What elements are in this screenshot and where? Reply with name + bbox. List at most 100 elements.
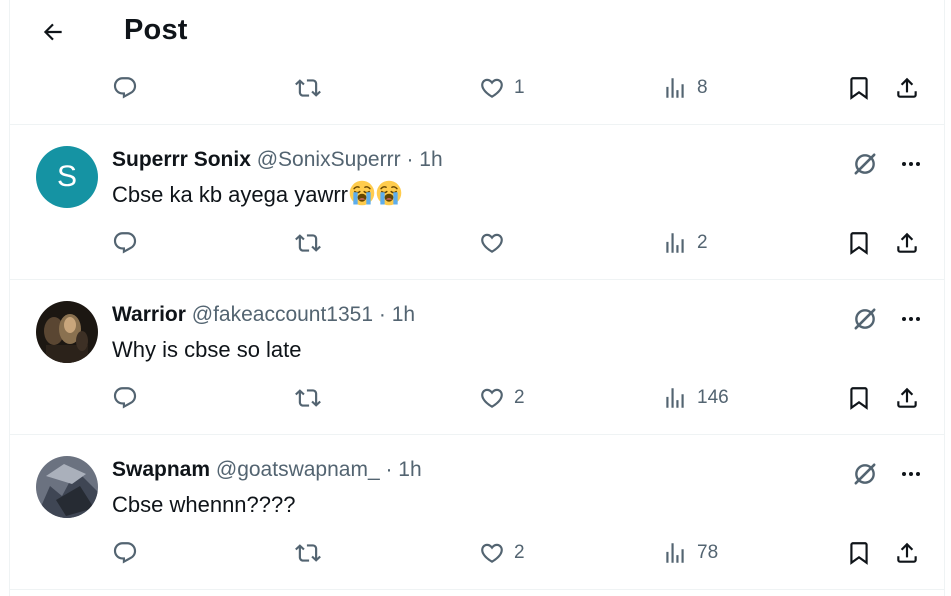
like-button[interactable]: 2 bbox=[479, 535, 525, 571]
heart-icon bbox=[481, 233, 503, 253]
more-icon bbox=[902, 162, 920, 166]
handle[interactable]: @goatswapnam_ bbox=[216, 458, 380, 481]
reply-button[interactable] bbox=[112, 535, 138, 571]
more-options-button[interactable] bbox=[894, 457, 928, 491]
more-options-button[interactable] bbox=[894, 147, 928, 181]
bookmark-button[interactable] bbox=[846, 380, 872, 416]
like-button[interactable]: 1 bbox=[479, 70, 525, 106]
bookmark-icon bbox=[850, 387, 868, 410]
parent-post-actions: 1 8 bbox=[10, 62, 944, 118]
loudly-crying-face-icon bbox=[376, 180, 402, 206]
grok-button[interactable] bbox=[848, 302, 882, 336]
view-count: 8 bbox=[697, 77, 708, 98]
heart-icon bbox=[481, 78, 503, 98]
repost-button[interactable] bbox=[295, 535, 321, 571]
repost-icon bbox=[295, 79, 321, 97]
bookmark-button[interactable] bbox=[846, 535, 872, 571]
reply-icon bbox=[113, 542, 137, 564]
more-icon bbox=[902, 472, 920, 476]
heart-icon bbox=[481, 388, 503, 408]
grok-icon bbox=[854, 153, 876, 175]
share-button[interactable] bbox=[894, 380, 920, 416]
avatar[interactable] bbox=[36, 456, 98, 518]
post-text: Why is cbse so late bbox=[112, 337, 302, 362]
back-button[interactable] bbox=[36, 15, 70, 49]
views-button[interactable]: 8 bbox=[662, 70, 708, 106]
page-title: Post bbox=[124, 14, 188, 46]
repost-button[interactable] bbox=[295, 70, 321, 106]
reply-post[interactable]: S Superrr Sonix @SonixSuperrr · 1h Cbse … bbox=[10, 125, 944, 280]
loudly-crying-face-icon bbox=[349, 180, 375, 206]
reply-button[interactable] bbox=[112, 70, 138, 106]
post-header: Superrr Sonix @SonixSuperrr · 1h bbox=[112, 146, 443, 174]
like-button[interactable] bbox=[479, 225, 514, 261]
repost-icon bbox=[295, 389, 321, 407]
bookmark-icon bbox=[850, 232, 868, 255]
grok-button[interactable] bbox=[848, 457, 882, 491]
share-button[interactable] bbox=[894, 225, 920, 261]
avatar-letter: S bbox=[56, 160, 77, 193]
top-header: Post bbox=[10, 0, 944, 62]
handle[interactable]: @SonixSuperrr bbox=[257, 148, 401, 171]
grok-button[interactable] bbox=[848, 147, 882, 181]
reply-button[interactable] bbox=[112, 380, 138, 416]
reply-post[interactable]: Warrior @fakeaccount1351 · 1h Why is cbs… bbox=[10, 280, 944, 435]
divider bbox=[10, 589, 944, 590]
display-name[interactable]: Swapnam bbox=[112, 458, 210, 481]
more-icon bbox=[902, 317, 920, 321]
post-text: Cbse whennn???? bbox=[112, 492, 296, 517]
reply-post[interactable]: Swapnam @goatswapnam_ · 1h Cbse whennn??… bbox=[10, 435, 944, 590]
display-name[interactable]: Superrr Sonix bbox=[112, 148, 251, 171]
views-icon bbox=[666, 78, 684, 98]
avatar-photo bbox=[36, 456, 98, 518]
display-name[interactable]: Warrior bbox=[112, 303, 186, 326]
reply-icon bbox=[113, 77, 137, 99]
timestamp[interactable]: · 1h bbox=[379, 303, 415, 326]
views-icon bbox=[666, 388, 684, 408]
timestamp[interactable]: · 1h bbox=[385, 458, 421, 481]
views-button[interactable]: 78 bbox=[662, 535, 718, 571]
share-icon bbox=[897, 232, 917, 253]
repost-icon bbox=[295, 234, 321, 252]
views-icon bbox=[666, 543, 684, 563]
timestamp[interactable]: · 1h bbox=[406, 148, 442, 171]
post-actions: 2 bbox=[10, 217, 944, 273]
more-options-button[interactable] bbox=[894, 302, 928, 336]
like-count: 2 bbox=[514, 542, 525, 563]
view-count: 2 bbox=[697, 232, 708, 253]
like-count: 2 bbox=[514, 387, 525, 408]
repost-icon bbox=[295, 544, 321, 562]
views-button[interactable]: 2 bbox=[662, 225, 708, 261]
reply-icon bbox=[113, 232, 137, 254]
repost-button[interactable] bbox=[295, 380, 321, 416]
heart-icon bbox=[481, 543, 503, 563]
avatar-photo bbox=[36, 301, 98, 363]
like-button[interactable]: 2 bbox=[479, 380, 525, 416]
post-header: Swapnam @goatswapnam_ · 1h bbox=[112, 456, 422, 484]
like-count: 1 bbox=[514, 77, 525, 98]
bookmark-button[interactable] bbox=[846, 70, 872, 106]
share-icon bbox=[897, 542, 917, 563]
post-actions: 2 146 bbox=[10, 372, 944, 428]
bookmark-icon bbox=[850, 77, 868, 100]
share-icon bbox=[897, 77, 917, 98]
bookmark-icon bbox=[850, 542, 868, 565]
views-button[interactable]: 146 bbox=[662, 380, 729, 416]
avatar[interactable]: S bbox=[36, 146, 98, 208]
reply-icon bbox=[113, 387, 137, 409]
bookmark-button[interactable] bbox=[846, 225, 872, 261]
view-count: 78 bbox=[697, 542, 719, 563]
share-button[interactable] bbox=[894, 535, 920, 571]
share-button[interactable] bbox=[894, 70, 920, 106]
post-text-container: Cbse ka kb ayega yawrr bbox=[112, 180, 402, 210]
view-count: 146 bbox=[697, 387, 729, 408]
grok-icon bbox=[854, 308, 876, 330]
post-header: Warrior @fakeaccount1351 · 1h bbox=[112, 301, 415, 329]
grok-icon bbox=[854, 463, 876, 485]
reply-button[interactable] bbox=[112, 225, 138, 261]
repost-button[interactable] bbox=[295, 225, 321, 261]
views-icon bbox=[666, 233, 684, 253]
avatar[interactable] bbox=[36, 301, 98, 363]
handle[interactable]: @fakeaccount1351 bbox=[192, 303, 373, 326]
share-icon bbox=[897, 387, 917, 408]
